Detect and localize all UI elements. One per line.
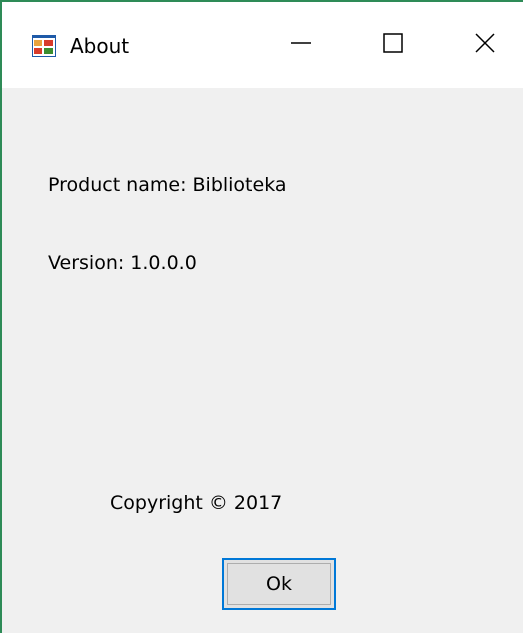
ok-button[interactable]: Ok bbox=[222, 558, 336, 610]
title-bar[interactable]: About bbox=[2, 2, 523, 88]
maximize-icon bbox=[383, 33, 403, 57]
window-title: About bbox=[70, 34, 130, 58]
windows-form-icon bbox=[32, 35, 56, 57]
ok-button-label: Ok bbox=[266, 573, 292, 595]
maximize-button[interactable] bbox=[347, 2, 439, 88]
close-button[interactable] bbox=[439, 2, 523, 88]
about-window: About Product name: Biblioteka Version: … bbox=[0, 0, 523, 633]
copyright-label: Copyright © 2017 bbox=[110, 492, 283, 514]
version-label: Version: 1.0.0.0 bbox=[48, 252, 197, 274]
close-icon bbox=[475, 33, 495, 57]
minimize-icon bbox=[291, 33, 311, 57]
minimize-button[interactable] bbox=[255, 2, 347, 88]
product-name-label: Product name: Biblioteka bbox=[48, 174, 287, 196]
